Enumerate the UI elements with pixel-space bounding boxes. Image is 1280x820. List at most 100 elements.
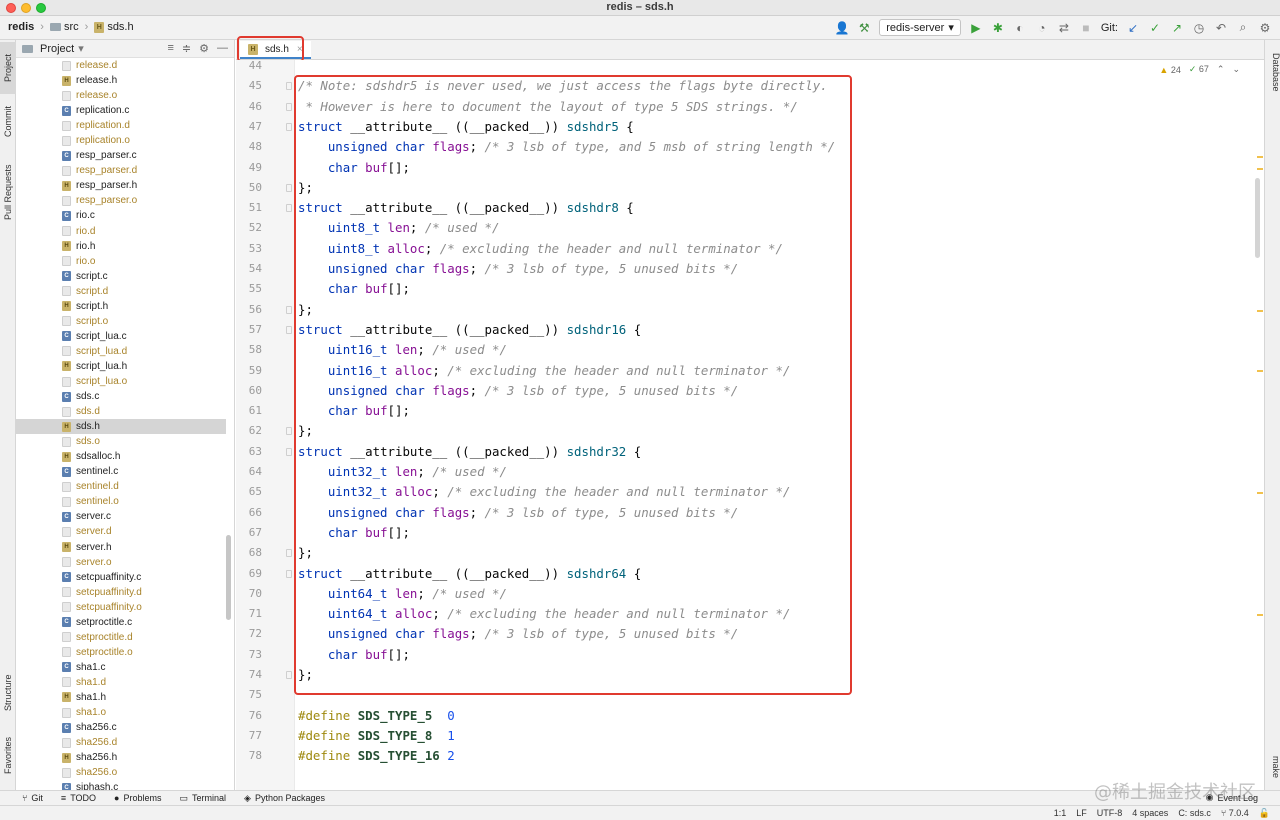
- lock-icon[interactable]: 🔓: [1259, 808, 1270, 819]
- chevron-up-icon[interactable]: ⌃: [1217, 64, 1225, 75]
- breadcrumb-folder[interactable]: src: [49, 21, 79, 33]
- file-tree-item[interactable]: replication.o: [16, 133, 226, 148]
- file-tree-item[interactable]: rio.o: [16, 254, 226, 269]
- editor-scrollbar[interactable]: [1255, 178, 1260, 258]
- scroll-marker[interactable]: [1257, 310, 1263, 312]
- fold-marker-icon[interactable]: [286, 305, 292, 314]
- debug-icon[interactable]: ✱: [991, 21, 1005, 35]
- file-tree-item[interactable]: setproctitle.o: [16, 645, 226, 660]
- fold-marker-icon[interactable]: [286, 569, 292, 578]
- file-tree-item[interactable]: Crio.c: [16, 208, 226, 223]
- inspection-widget[interactable]: ▲ 24 ✓ 67 ⌃ ⌄: [1159, 64, 1240, 75]
- fold-marker-icon[interactable]: [286, 671, 292, 679]
- fold-marker-icon[interactable]: [286, 183, 292, 192]
- run-configuration-selector[interactable]: redis-server ▾: [879, 19, 961, 36]
- file-tree-item[interactable]: replication.d: [16, 118, 226, 133]
- file-tree-item[interactable]: setproctitle.d: [16, 630, 226, 645]
- resolve-context[interactable]: C: sds.c: [1178, 808, 1211, 819]
- git-update-icon[interactable]: ↙: [1126, 21, 1140, 35]
- file-tree-item[interactable]: sentinel.d: [16, 479, 226, 494]
- file-tree-item[interactable]: sds.o: [16, 434, 226, 449]
- file-tree-item[interactable]: script.d: [16, 284, 226, 299]
- fold-marker-icon[interactable]: [286, 122, 292, 131]
- file-tree-item[interactable]: Hrelease.h: [16, 73, 226, 88]
- code-line[interactable]: 77 #define SDS_TYPE_8 1: [236, 726, 1256, 746]
- file-tree-item[interactable]: server.d: [16, 524, 226, 539]
- file-tree-item[interactable]: Cserver.c: [16, 509, 226, 524]
- file-tree-item[interactable]: setcpuaffinity.d: [16, 585, 226, 600]
- file-tree-item[interactable]: resp_parser.d: [16, 163, 226, 178]
- file-tree-item[interactable]: Hsdsalloc.h: [16, 449, 226, 464]
- file-tree-item[interactable]: Csha256.c: [16, 720, 226, 735]
- make-tool-button[interactable]: make: [1265, 750, 1280, 784]
- file-tree-item[interactable]: release.d: [16, 58, 226, 73]
- caret-position[interactable]: 1:1: [1054, 808, 1067, 819]
- file-tree-item[interactable]: resp_parser.o: [16, 193, 226, 208]
- fold-marker-icon[interactable]: [286, 82, 292, 91]
- file-encoding[interactable]: UTF-8: [1097, 808, 1123, 819]
- profile-icon[interactable]: ◔: [1035, 21, 1049, 35]
- file-tree-item[interactable]: Hrio.h: [16, 239, 226, 254]
- file-tree-item[interactable]: Csetcpuaffinity.c: [16, 570, 226, 585]
- file-tree-item[interactable]: sha256.o: [16, 765, 226, 780]
- commit-tool-button[interactable]: Commit: [0, 100, 16, 144]
- settings-icon[interactable]: ⚙: [1258, 21, 1272, 35]
- file-tree-item[interactable]: script_lua.o: [16, 374, 226, 389]
- expand-all-icon[interactable]: ≡: [167, 42, 173, 55]
- scroll-marker[interactable]: [1257, 156, 1263, 158]
- gear-icon[interactable]: ⚙: [199, 42, 209, 55]
- file-tree-item[interactable]: sds.d: [16, 404, 226, 419]
- file-tree-item[interactable]: sha256.d: [16, 735, 226, 750]
- file-tree-item[interactable]: setcpuaffinity.o: [16, 600, 226, 615]
- file-tree-item[interactable]: Csds.c: [16, 389, 226, 404]
- file-tree-item[interactable]: server.o: [16, 555, 226, 570]
- warning-count[interactable]: ▲ 24: [1159, 65, 1180, 75]
- search-icon[interactable]: ⌕: [1236, 20, 1250, 35]
- scroll-marker[interactable]: [1257, 492, 1263, 494]
- file-tree-item[interactable]: Csentinel.c: [16, 464, 226, 479]
- history-icon[interactable]: ◷: [1192, 21, 1206, 35]
- file-tree-item[interactable]: Creplication.c: [16, 103, 226, 118]
- file-tree-item[interactable]: Hscript_lua.h: [16, 359, 226, 374]
- file-tree-item[interactable]: Hscript.h: [16, 299, 226, 314]
- stop-icon[interactable]: ■: [1079, 21, 1093, 35]
- code-line[interactable]: 78 #define SDS_TYPE_16 2: [236, 746, 1256, 766]
- favorites-tool-button[interactable]: Favorites: [0, 730, 16, 780]
- python-packages-tool-button[interactable]: ◈ Python Packages: [244, 793, 325, 804]
- file-tree-item[interactable]: script_lua.d: [16, 344, 226, 359]
- todo-tool-button[interactable]: ≡ TODO: [61, 793, 96, 803]
- structure-tool-button[interactable]: Structure: [0, 666, 16, 720]
- collapse-all-icon[interactable]: ≑: [182, 42, 191, 55]
- project-scrollbar[interactable]: [226, 535, 231, 620]
- file-tree-item[interactable]: release.o: [16, 88, 226, 103]
- fold-marker-icon[interactable]: [286, 549, 292, 558]
- file-tree-item[interactable]: script.o: [16, 314, 226, 329]
- rollback-icon[interactable]: ↶: [1214, 21, 1228, 35]
- coverage-icon[interactable]: ◐: [1013, 21, 1027, 35]
- terminal-tool-button[interactable]: ▭ Terminal: [179, 793, 226, 804]
- scroll-marker[interactable]: [1257, 168, 1263, 170]
- file-tree-item[interactable]: sha1.d: [16, 675, 226, 690]
- file-tree-item[interactable]: Csetproctitle.c: [16, 615, 226, 630]
- project-tool-button[interactable]: Project: [0, 42, 16, 94]
- file-tree-item[interactable]: Hsds.h: [16, 419, 226, 435]
- chevron-down-icon[interactable]: ▾: [78, 42, 84, 55]
- run-icon[interactable]: ▶: [969, 21, 983, 35]
- project-view-selector[interactable]: Project: [40, 43, 74, 55]
- file-tree-item[interactable]: Hserver.h: [16, 540, 226, 555]
- fold-marker-icon[interactable]: [286, 204, 292, 213]
- fold-marker-icon[interactable]: [286, 447, 292, 456]
- file-tree-item[interactable]: rio.d: [16, 224, 226, 239]
- file-tree-item[interactable]: Cresp_parser.c: [16, 148, 226, 163]
- indent-setting[interactable]: 4 spaces: [1132, 808, 1168, 819]
- code-line[interactable]: 44: [236, 56, 1256, 76]
- pull-requests-tool-button[interactable]: Pull Requests: [0, 156, 16, 228]
- file-tree-item[interactable]: Csha1.c: [16, 660, 226, 675]
- code-line[interactable]: 76 #define SDS_TYPE_5 0: [236, 706, 1256, 726]
- file-tree-item[interactable]: Hresp_parser.h: [16, 178, 226, 193]
- fold-marker-icon[interactable]: [286, 325, 292, 334]
- breadcrumb-project[interactable]: redis: [8, 21, 34, 33]
- build-hammer-icon[interactable]: ⚒: [857, 21, 871, 35]
- git-branch[interactable]: ⑂ 7.0.4: [1221, 808, 1249, 819]
- fold-marker-icon[interactable]: [286, 102, 292, 111]
